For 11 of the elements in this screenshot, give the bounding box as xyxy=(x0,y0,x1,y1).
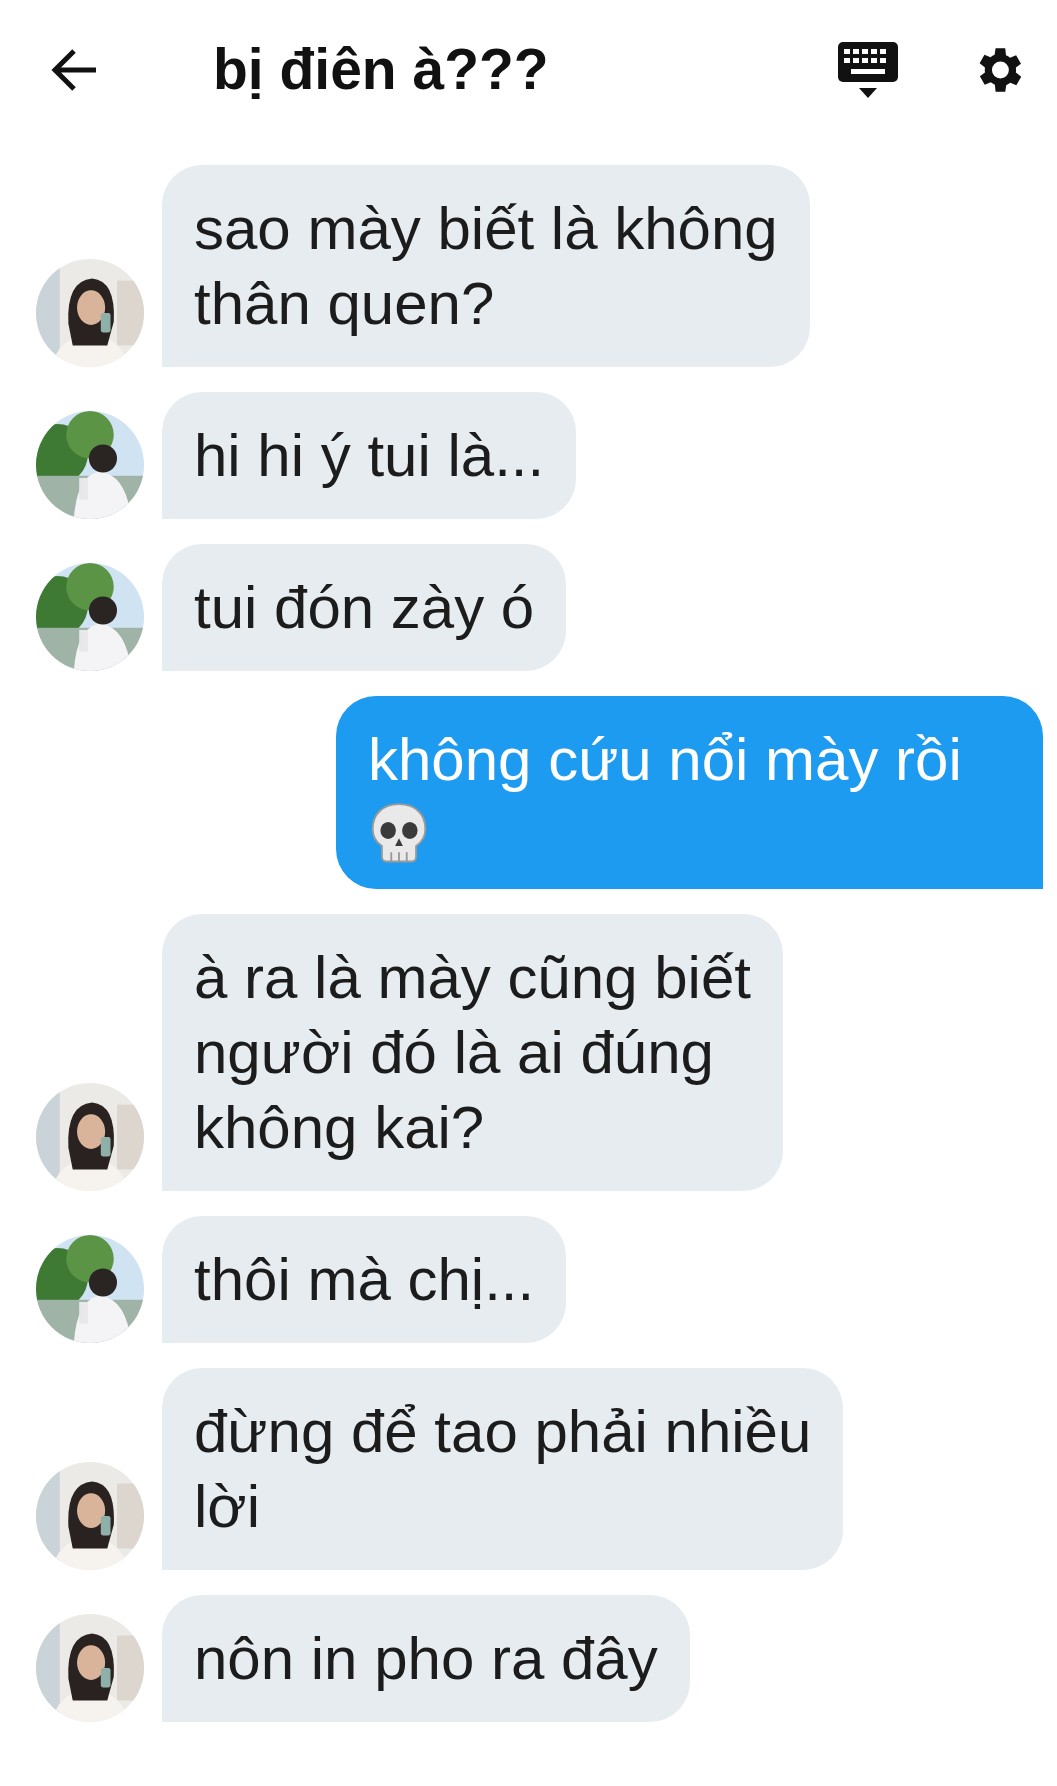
message-bubble: thôi mà chị... xyxy=(162,1216,567,1343)
message-bubble: tui đón zày ó xyxy=(162,544,567,671)
message-bubble: sao mày biết là không thân quen? xyxy=(162,165,810,367)
message-bubble: không cứu nổi mày rồi xyxy=(336,696,1043,889)
message-bubble: đừng để tao phải nhiều lời xyxy=(162,1368,844,1570)
chat-title: bị điên à??? xyxy=(213,36,549,104)
keyboard-icon[interactable] xyxy=(837,40,899,100)
message-bubble: à ra là mày cũng biết người đó là ai đúng không kai? xyxy=(162,914,783,1191)
message-bubble: nôn in pho ra đây xyxy=(162,1595,690,1722)
message-bubble: hi hi ý tui là... xyxy=(162,392,577,519)
back-arrow-icon[interactable] xyxy=(50,48,98,92)
